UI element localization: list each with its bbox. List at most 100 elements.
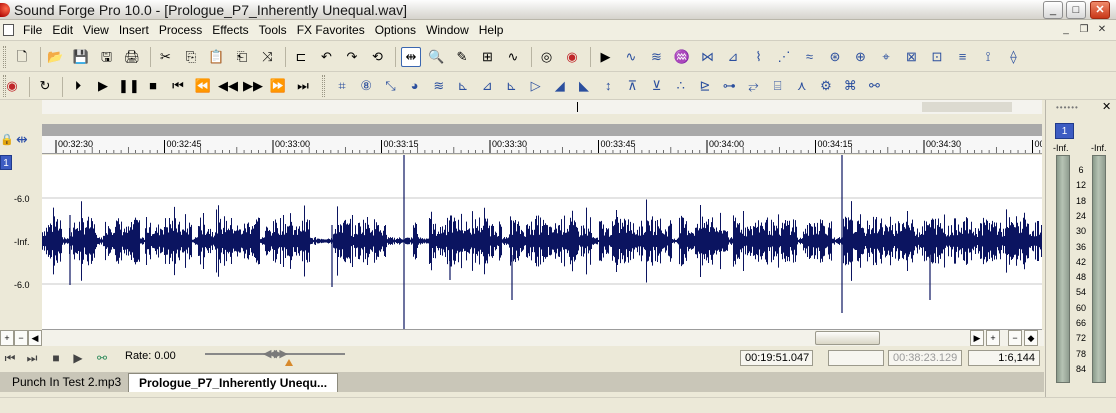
record-icon[interactable]: ◉ bbox=[2, 76, 22, 96]
play-plugin-chain-icon[interactable]: ⚯ bbox=[94, 350, 110, 366]
paste-mix-icon[interactable]: ⎗ bbox=[232, 47, 252, 67]
overview-view-region[interactable] bbox=[922, 102, 1012, 112]
process-tool-7-icon[interactable]: ⊿ bbox=[477, 76, 497, 96]
copy-icon[interactable]: ⎘ bbox=[181, 47, 201, 67]
sound-forge-app-icon[interactable] bbox=[0, 3, 10, 17]
right-peak-readout[interactable]: -Inf. bbox=[1091, 143, 1107, 153]
meter-channel-badge[interactable]: 1 bbox=[1055, 123, 1074, 139]
go-to-start-icon[interactable]: ⏮ bbox=[2, 350, 18, 366]
cursor-position-field[interactable]: 00:19:51.047 bbox=[740, 350, 813, 366]
effect-5-icon[interactable]: ⊿ bbox=[723, 47, 743, 67]
effect-9-icon[interactable]: ⊛ bbox=[825, 47, 845, 67]
left-peak-readout[interactable]: -Inf. bbox=[1053, 143, 1069, 153]
effect-4-icon[interactable]: ⋈ bbox=[698, 47, 718, 67]
next-icon[interactable]: ⏩ bbox=[268, 76, 288, 96]
trim-icon[interactable]: ⊏ bbox=[291, 47, 311, 67]
undo-icon[interactable]: ↶ bbox=[317, 47, 337, 67]
effect-1-icon[interactable]: ∿ bbox=[621, 47, 641, 67]
zoom-out-button[interactable]: − bbox=[1008, 330, 1022, 346]
zoom-ratio-field[interactable]: 1:6,144 bbox=[968, 350, 1040, 366]
horizontal-scrollbar[interactable]: + − ◀ ▶ + − ◆ bbox=[0, 330, 1044, 346]
menu-process[interactable]: Process bbox=[154, 20, 207, 41]
prev-icon[interactable]: ⏪ bbox=[193, 76, 213, 96]
time-ruler[interactable]: 00:32:30 00:32:45 00:33:00 00:33:15 00:33:30… bbox=[42, 136, 1042, 154]
process-tool-23-icon[interactable]: ⚯ bbox=[864, 76, 884, 96]
effect-7-icon[interactable]: ⋰ bbox=[774, 47, 794, 67]
process-tool-15-icon[interactable]: ∴ bbox=[671, 76, 691, 96]
tab-prologue-p7[interactable]: Prologue_P7_Inherently Unequ... bbox=[128, 373, 339, 392]
zoom-out-time-button[interactable]: − bbox=[14, 330, 28, 346]
meters-grip[interactable]: •••••• bbox=[1056, 103, 1079, 112]
process-tool-16-icon[interactable]: ⊵ bbox=[695, 76, 715, 96]
stop-icon[interactable]: ■ bbox=[143, 76, 163, 96]
render-icon[interactable]: 🖨 bbox=[122, 47, 142, 67]
new-icon[interactable]: 🗋 bbox=[12, 47, 32, 67]
play-icon[interactable]: ▶ bbox=[93, 76, 113, 96]
play-icon[interactable]: ▶ bbox=[596, 47, 616, 67]
doc-restore-button[interactable]: ❐ bbox=[1076, 22, 1092, 38]
document-icon[interactable] bbox=[3, 24, 14, 36]
go-start-icon[interactable]: ⏮ bbox=[168, 76, 188, 96]
process-tool-22-icon[interactable]: ⌘ bbox=[840, 76, 860, 96]
menu-tools[interactable]: Tools bbox=[254, 20, 292, 41]
menu-window[interactable]: Window bbox=[421, 20, 474, 41]
effect-2-icon[interactable]: ≋ bbox=[647, 47, 667, 67]
scroll-thumb[interactable] bbox=[815, 331, 880, 345]
process-tool-19-icon[interactable]: ⌸ bbox=[768, 76, 788, 96]
process-tool-1-icon[interactable]: ⌗ bbox=[332, 76, 352, 96]
magnify-tool-icon[interactable]: 🔍 bbox=[427, 47, 447, 67]
process-tool-3-icon[interactable]: ⤡ bbox=[380, 76, 400, 96]
rewind-icon[interactable]: ◀◀ bbox=[218, 76, 238, 96]
process-tool-4-icon[interactable]: ◕ bbox=[405, 76, 425, 96]
forward-icon[interactable]: ▶▶ bbox=[243, 76, 263, 96]
menu-insert[interactable]: Insert bbox=[114, 20, 154, 41]
process-tool-5-icon[interactable]: ≋ bbox=[429, 76, 449, 96]
menu-edit[interactable]: Edit bbox=[47, 20, 78, 41]
menu-view[interactable]: View bbox=[78, 20, 114, 41]
rate-slider-thumb[interactable]: ◀◀▶▶ bbox=[263, 347, 288, 360]
overview-bar[interactable] bbox=[42, 100, 1042, 114]
effect-12-icon[interactable]: ⊠ bbox=[902, 47, 922, 67]
loop-icon[interactable]: ↻ bbox=[35, 76, 55, 96]
tab-punch-in-test[interactable]: Punch In Test 2.mp3 bbox=[2, 373, 131, 392]
process-tool-11-icon[interactable]: ◣ bbox=[574, 76, 594, 96]
effect-16-icon[interactable]: ⟠ bbox=[1004, 47, 1024, 67]
save-icon[interactable]: 💾 bbox=[71, 47, 91, 67]
process-tool-14-icon[interactable]: ⊻ bbox=[647, 76, 667, 96]
snap-icon[interactable]: ⇹ bbox=[16, 131, 28, 148]
effect-3-icon[interactable]: ♒ bbox=[672, 47, 692, 67]
effect-15-icon[interactable]: ⟟ bbox=[978, 47, 998, 67]
zoom-in-time-button[interactable]: + bbox=[0, 330, 14, 346]
play-all-icon[interactable]: ⏵ bbox=[68, 76, 88, 96]
menu-fx-favorites[interactable]: FX Favorites bbox=[292, 20, 370, 41]
channel-badge[interactable]: 1 bbox=[0, 155, 12, 170]
cut-icon[interactable]: ✂ bbox=[156, 47, 176, 67]
effect-8-icon[interactable]: ≈ bbox=[800, 47, 820, 67]
menu-options[interactable]: Options bbox=[370, 20, 421, 41]
effect-13-icon[interactable]: ⊡ bbox=[927, 47, 947, 67]
waveform-display[interactable] bbox=[42, 155, 1042, 330]
event-tool-icon[interactable]: ⊞ bbox=[478, 47, 498, 67]
pause-icon[interactable]: ❚❚ bbox=[118, 76, 140, 96]
paste-icon[interactable]: 📋 bbox=[207, 47, 227, 67]
zoom-in-button[interactable]: + bbox=[986, 330, 1000, 346]
envelope-tool-icon[interactable]: ∿ bbox=[503, 47, 523, 67]
process-tool-2-icon[interactable]: ⑧ bbox=[356, 76, 376, 96]
redo-icon[interactable]: ↷ bbox=[342, 47, 362, 67]
process-tool-6-icon[interactable]: ⊾ bbox=[453, 76, 473, 96]
play-normal-icon[interactable]: ▶ bbox=[70, 350, 86, 366]
process-tool-18-icon[interactable]: ⥂ bbox=[743, 76, 763, 96]
effect-11-icon[interactable]: ⌖ bbox=[876, 47, 896, 67]
effect-14-icon[interactable]: ≡ bbox=[953, 47, 973, 67]
timeline-header[interactable] bbox=[42, 124, 1042, 136]
edit-tool-icon[interactable]: ⇹ bbox=[401, 47, 421, 67]
crossfade-icon[interactable]: ⤨ bbox=[258, 47, 278, 67]
go-end-icon[interactable]: ⏭ bbox=[293, 76, 313, 96]
process-tool-20-icon[interactable]: ⋏ bbox=[792, 76, 812, 96]
cd-icon[interactable]: ◎ bbox=[537, 47, 557, 67]
toolbar-grip[interactable] bbox=[322, 75, 325, 97]
selection-length-field[interactable] bbox=[828, 350, 884, 366]
scroll-right-button[interactable]: ▶ bbox=[970, 330, 984, 346]
doc-minimize-button[interactable]: _ bbox=[1058, 22, 1074, 38]
close-button[interactable]: ✕ bbox=[1090, 1, 1110, 19]
